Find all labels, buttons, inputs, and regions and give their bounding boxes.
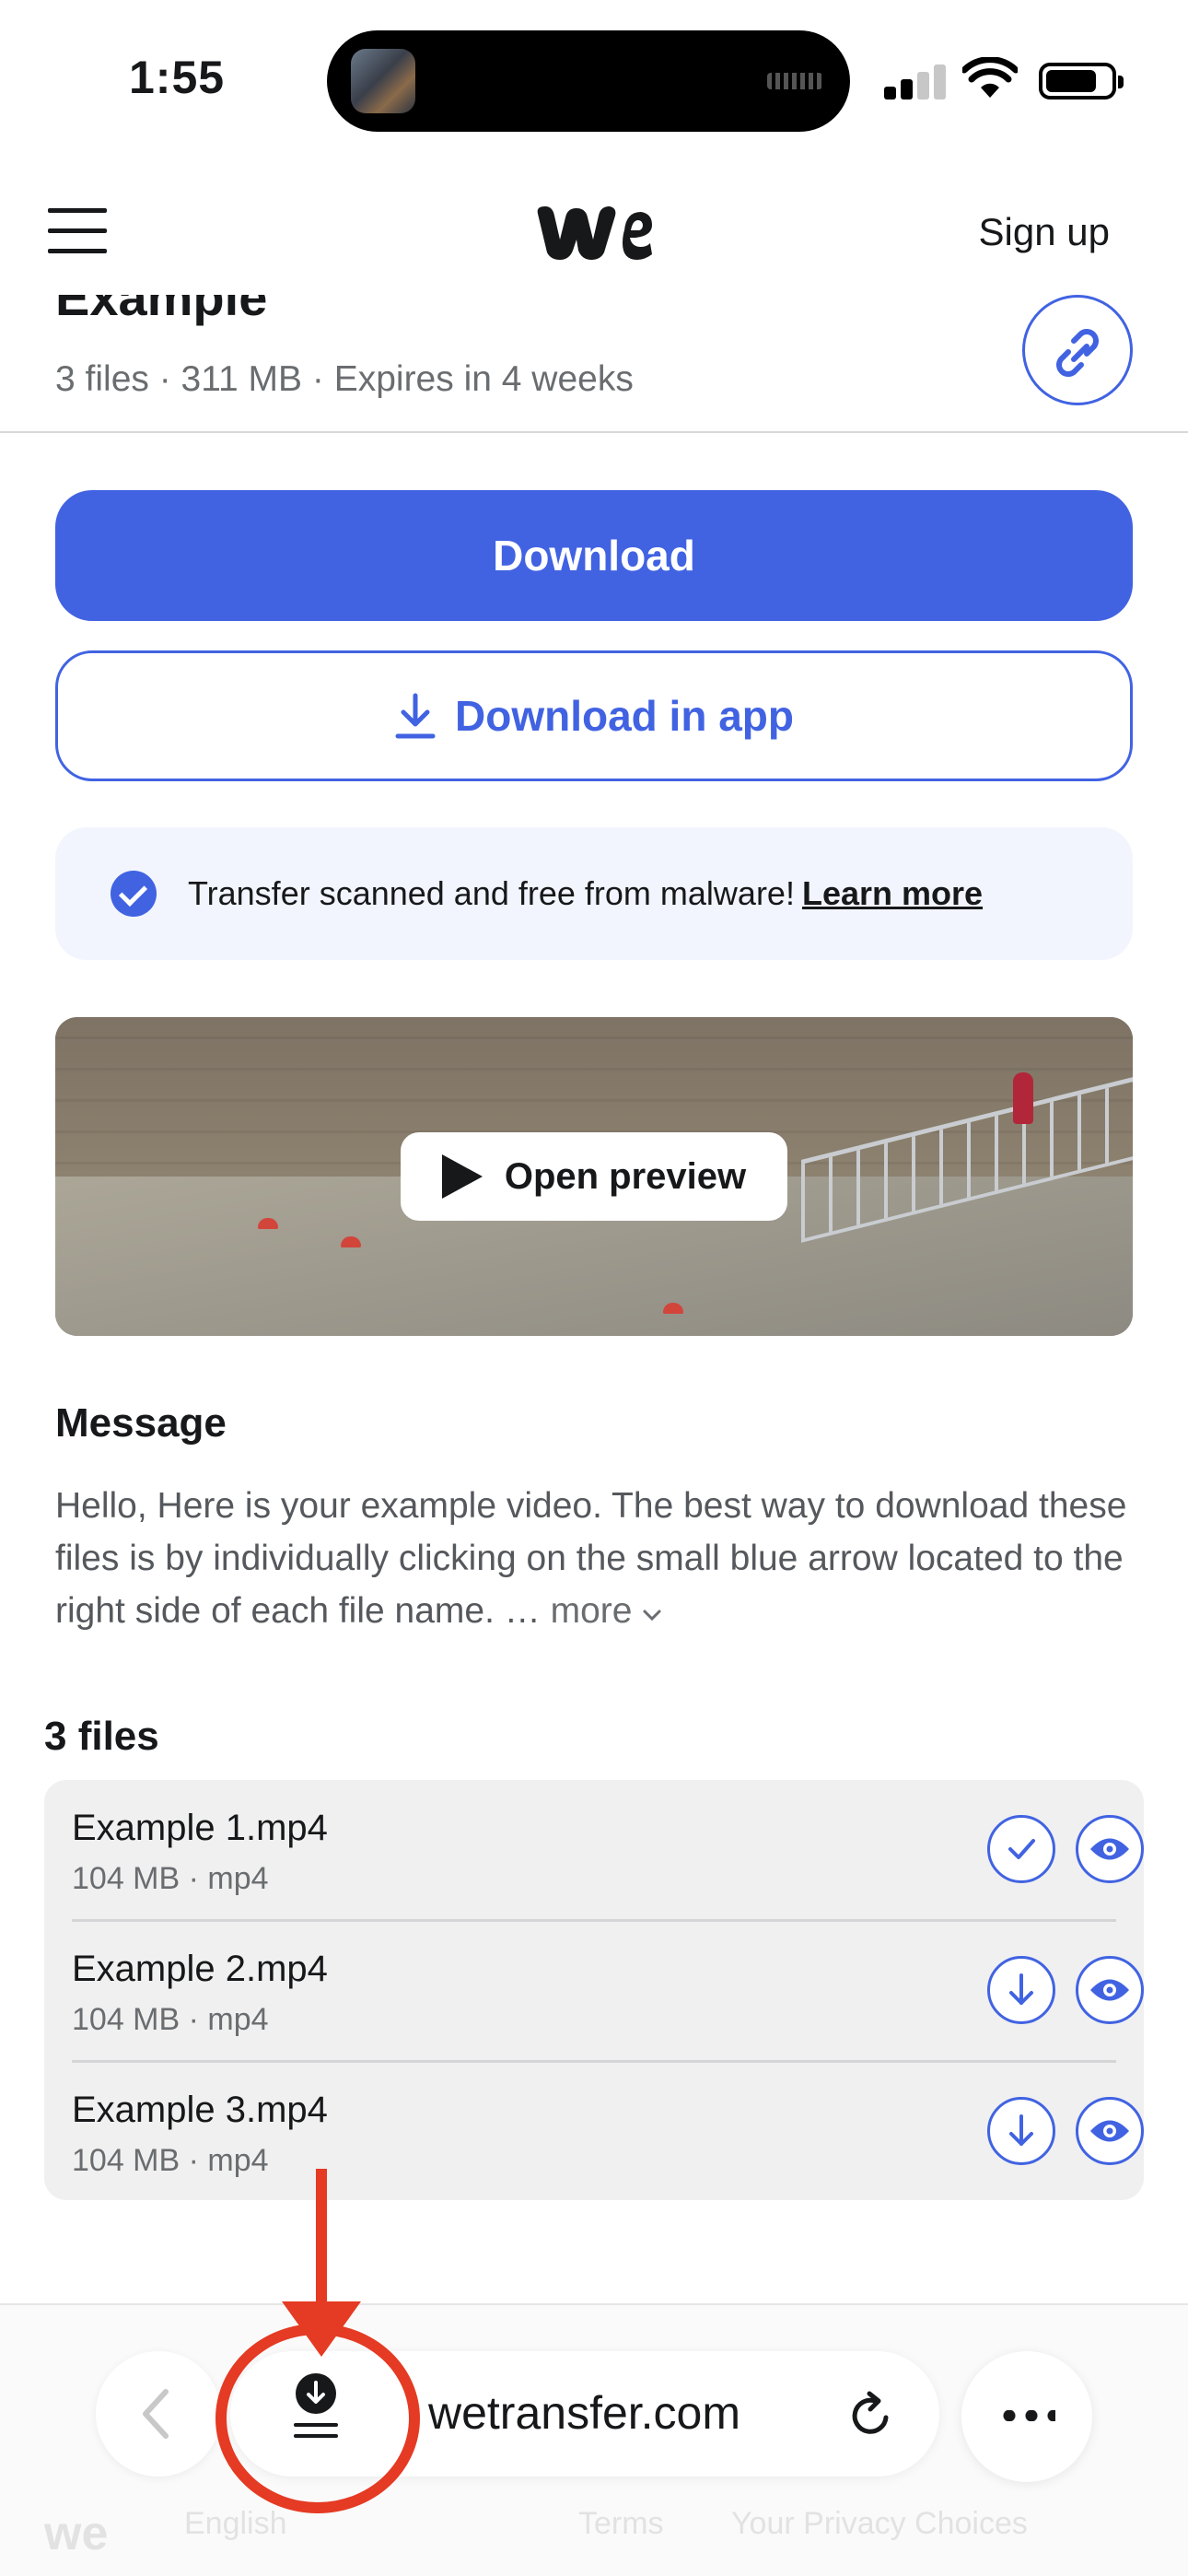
file-preview-button[interactable] bbox=[1076, 2097, 1144, 2165]
file-name: Example 2.mp4 bbox=[72, 1949, 328, 1989]
eye-icon bbox=[1090, 1979, 1129, 2001]
download-arrow-icon bbox=[1009, 2114, 1033, 2146]
link-icon bbox=[1056, 329, 1099, 377]
wetransfer-logo-icon[interactable] bbox=[534, 203, 654, 263]
open-preview-button[interactable]: Open preview bbox=[401, 1132, 787, 1221]
play-icon bbox=[441, 1154, 483, 1199]
file-row: Example 1.mp4 104 MB · mp4 bbox=[72, 1780, 1144, 1920]
chevron-left-icon bbox=[143, 2389, 169, 2439]
footer-terms-link[interactable]: Terms bbox=[578, 2506, 664, 2542]
footer-logo-icon: we bbox=[44, 2507, 109, 2560]
file-name: Example 3.mp4 bbox=[72, 2090, 328, 2130]
files-list: Example 1.mp4 104 MB · mp4 Example 2.mp4… bbox=[44, 1780, 1144, 2200]
scan-text: Transfer scanned and free from malware! bbox=[188, 874, 795, 912]
download-in-app-label: Download in app bbox=[455, 692, 794, 740]
sign-up-link[interactable]: Sign up bbox=[979, 210, 1110, 254]
browser-more-button[interactable] bbox=[961, 2351, 1092, 2482]
wifi-icon bbox=[962, 57, 1018, 98]
browser-back-button[interactable] bbox=[96, 2351, 221, 2476]
learn-more-link[interactable]: Learn more bbox=[802, 874, 983, 913]
file-download-button[interactable] bbox=[987, 1956, 1055, 2024]
open-preview-label: Open preview bbox=[504, 1155, 747, 1197]
hamburger-menu-icon[interactable] bbox=[48, 208, 107, 254]
file-meta: 104 MB · mp4 bbox=[72, 2143, 269, 2178]
audio-wave-icon bbox=[767, 73, 822, 89]
eye-icon bbox=[1090, 2120, 1129, 2142]
reload-icon[interactable] bbox=[845, 2390, 897, 2441]
file-downloaded-button[interactable] bbox=[987, 1815, 1055, 1883]
transfer-meta: 3 files · 311 MB · Expires in 4 weeks bbox=[55, 359, 634, 399]
more-dots-icon bbox=[998, 2410, 1055, 2421]
top-navigation: Sign up bbox=[0, 175, 1188, 295]
file-download-button[interactable] bbox=[987, 2097, 1055, 2165]
files-title: 3 files bbox=[44, 1714, 159, 1759]
header-divider bbox=[0, 431, 1188, 433]
copy-link-button[interactable] bbox=[1022, 295, 1133, 405]
message-more-link[interactable]: more bbox=[551, 1591, 663, 1631]
video-preview[interactable]: Open preview bbox=[55, 1017, 1133, 1336]
message-body: Hello, Here is your example video. The b… bbox=[55, 1480, 1142, 1637]
status-bar: 1:55 bbox=[0, 0, 1188, 157]
chevron-down-icon bbox=[643, 1610, 661, 1622]
cellular-signal-icon bbox=[884, 64, 946, 100]
download-button[interactable]: Download bbox=[55, 490, 1133, 621]
file-row: Example 2.mp4 104 MB · mp4 bbox=[72, 1921, 1144, 2061]
download-arrow-icon bbox=[395, 693, 436, 739]
footer-language[interactable]: English bbox=[184, 2506, 287, 2542]
file-preview-button[interactable] bbox=[1076, 1815, 1144, 1883]
checkmark-icon bbox=[1008, 1839, 1035, 1859]
footer-privacy-link[interactable]: Your Privacy Choices bbox=[731, 2506, 1028, 2542]
now-playing-app-icon bbox=[351, 49, 415, 113]
dynamic-island bbox=[327, 30, 850, 132]
download-in-app-button[interactable]: Download in app bbox=[55, 650, 1133, 781]
message-title: Message bbox=[55, 1400, 227, 1446]
file-meta: 104 MB · mp4 bbox=[72, 2002, 269, 2037]
annotation-circle bbox=[215, 2324, 420, 2513]
check-circle-icon bbox=[111, 871, 157, 917]
status-time: 1:55 bbox=[129, 52, 226, 103]
file-row: Example 3.mp4 104 MB · mp4 bbox=[72, 2062, 1144, 2202]
file-name: Example 1.mp4 bbox=[72, 1808, 328, 1848]
file-preview-button[interactable] bbox=[1076, 1956, 1144, 2024]
download-arrow-icon bbox=[1009, 1973, 1033, 2005]
malware-scan-notice: Transfer scanned and free from malware! … bbox=[55, 827, 1133, 960]
eye-icon bbox=[1090, 1838, 1129, 1860]
file-meta: 104 MB · mp4 bbox=[72, 1861, 269, 1896]
battery-icon bbox=[1039, 63, 1124, 100]
url-text: wetransfer.com bbox=[428, 2387, 741, 2439]
